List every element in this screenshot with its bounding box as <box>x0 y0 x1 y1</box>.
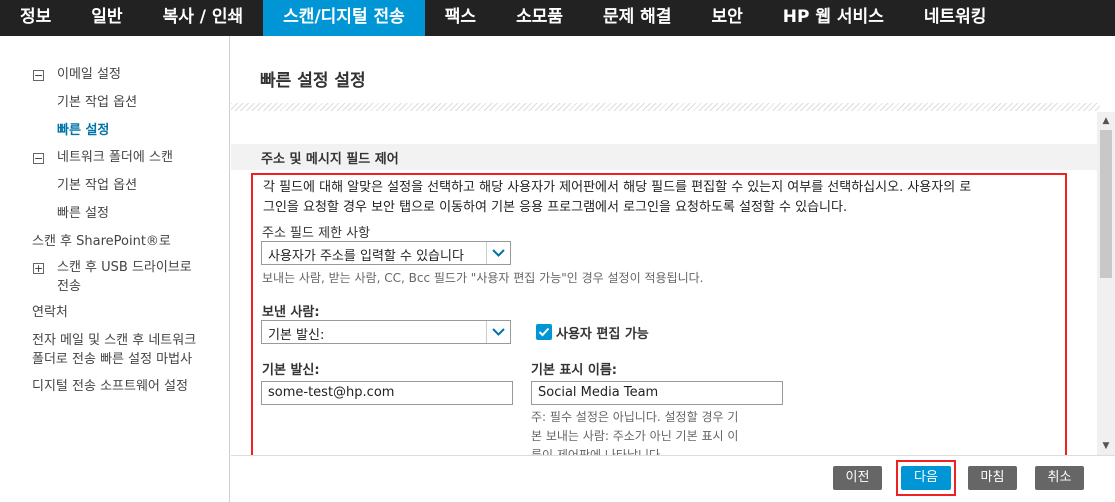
section-header: 주소 및 메시지 필드 제어 <box>231 144 1097 170</box>
sidebar: − 이메일 설정 기본 작업 옵션 빠른 설정 − 네트워크 폴더에 스캔 기본… <box>0 36 230 502</box>
tab-copy-print[interactable]: 복사 / 인쇄 <box>143 0 264 36</box>
page-title: 빠른 설정 설정 <box>260 71 366 91</box>
content-area: 주소 및 메시지 필드 제어 각 필드에 대해 알맞은 설정을 선택하고 해당 … <box>231 112 1097 455</box>
prev-button[interactable]: 이전 <box>833 466 882 490</box>
description-line-1: 각 필드에 대해 알맞은 설정을 선택하고 해당 사용자가 제어판에서 해당 필… <box>263 180 972 195</box>
address-note: 보내는 사람, 받는 사람, CC, Bcc 필드가 "사용자 편집 가능"인 … <box>262 271 704 285</box>
scroll-down-icon[interactable]: ▼ <box>1097 439 1115 453</box>
display-note: 주: 필수 설정은 아닙니다. 설정할 경우 기 본 보내는 사람: 주소가 아… <box>531 408 738 455</box>
display-note-line-3: 름이 제어판에 나타납니다. <box>531 448 664 455</box>
tab-hp-web-services[interactable]: HP 웹 서비스 <box>763 0 904 36</box>
user-editable-label[interactable]: 사용자 편집 가능 <box>556 323 649 342</box>
sidebar-item-usb-line2[interactable]: 전송 <box>57 277 81 297</box>
sidebar-item-network-folder[interactable]: 네트워크 폴더에 스캔 <box>57 148 173 168</box>
sidebar-item-contacts[interactable]: 연락처 <box>32 303 68 323</box>
sidebar-item-wizard[interactable]: 전자 메일 및 스캔 후 네트워크 <box>32 331 196 351</box>
tab-supplies[interactable]: 소모품 <box>496 0 583 36</box>
section-title: 주소 및 메시지 필드 제어 <box>261 152 399 167</box>
user-editable-checkbox[interactable] <box>536 324 552 340</box>
address-restriction-value: 사용자가 주소를 입력할 수 있습니다 <box>268 249 464 264</box>
tab-general[interactable]: 일반 <box>71 0 142 36</box>
default-from-label: 기본 발신: <box>262 363 320 378</box>
sidebar-item-folder-default-options[interactable]: 기본 작업 옵션 <box>57 176 137 196</box>
display-name-label: 기본 표시 이름: <box>531 363 618 378</box>
sidebar-item-software[interactable]: 디지털 전송 소프트웨어 설정 <box>32 377 188 397</box>
description: 각 필드에 대해 알맞은 설정을 선택하고 해당 사용자가 제어판에서 해당 필… <box>263 178 1063 218</box>
sidebar-item-sharepoint[interactable]: 스캔 후 SharePoint®로 <box>32 232 171 252</box>
tab-info[interactable]: 정보 <box>0 0 71 36</box>
scroll-up-icon[interactable]: ▲ <box>1097 114 1115 128</box>
tab-fax[interactable]: 팩스 <box>425 0 496 36</box>
sidebar-item-folder-quick-sets[interactable]: 빠른 설정 <box>57 204 109 224</box>
sidebar-item-usb[interactable]: 스캔 후 USB 드라이브로 <box>57 258 192 278</box>
from-select[interactable]: 기본 발신: <box>261 320 511 344</box>
display-note-line-2: 본 보내는 사람: 주소가 아닌 기본 표시 이 <box>531 429 739 443</box>
scrollbar-thumb[interactable] <box>1100 130 1112 278</box>
from-value: 기본 발신: <box>268 328 325 343</box>
tab-security[interactable]: 보안 <box>691 0 762 36</box>
cancel-button[interactable]: 취소 <box>1035 466 1084 490</box>
display-note-line-1: 주: 필수 설정은 아닙니다. 설정할 경우 기 <box>531 410 739 424</box>
tab-scan-digital-send[interactable]: 스캔/디지털 전송 <box>263 0 425 36</box>
tab-troubleshooting[interactable]: 문제 해결 <box>583 0 691 36</box>
chevron-down-icon[interactable] <box>486 242 510 264</box>
address-restriction-label: 주소 필드 제한 사항 <box>262 226 371 241</box>
footer-divider <box>231 455 1115 456</box>
divider <box>231 103 1100 111</box>
tab-networking[interactable]: 네트워킹 <box>904 0 1007 36</box>
sidebar-item-email-quick-sets[interactable]: 빠른 설정 <box>57 121 109 141</box>
vertical-scrollbar[interactable]: ▲ ▼ <box>1097 112 1115 455</box>
finish-button[interactable]: 마침 <box>968 466 1017 490</box>
collapse-icon[interactable]: − <box>33 153 44 164</box>
display-name-input[interactable]: Social Media Team <box>531 381 783 405</box>
sidebar-item-email-settings[interactable]: 이메일 설정 <box>57 65 121 85</box>
address-restriction-select[interactable]: 사용자가 주소를 입력할 수 있습니다 <box>261 241 511 265</box>
sidebar-item-email-default-options[interactable]: 기본 작업 옵션 <box>57 93 137 113</box>
sidebar-item-wizard-line2[interactable]: 폴더로 전송 빠른 설정 마법사 <box>32 350 192 370</box>
expand-icon[interactable]: + <box>33 263 44 274</box>
chevron-down-icon[interactable] <box>486 321 510 343</box>
collapse-icon[interactable]: − <box>33 70 44 81</box>
top-navigation: 정보 일반 복사 / 인쇄 스캔/디지털 전송 팩스 소모품 문제 해결 보안 … <box>0 0 1115 36</box>
next-button[interactable]: 다음 <box>901 466 951 490</box>
from-label: 보낸 사람: <box>262 305 320 320</box>
default-from-input[interactable]: some-test@hp.com <box>261 381 513 405</box>
description-line-2: 그인을 요청할 경우 보안 탭으로 이동하여 기본 응용 프로그램에서 로그인을… <box>263 200 848 215</box>
